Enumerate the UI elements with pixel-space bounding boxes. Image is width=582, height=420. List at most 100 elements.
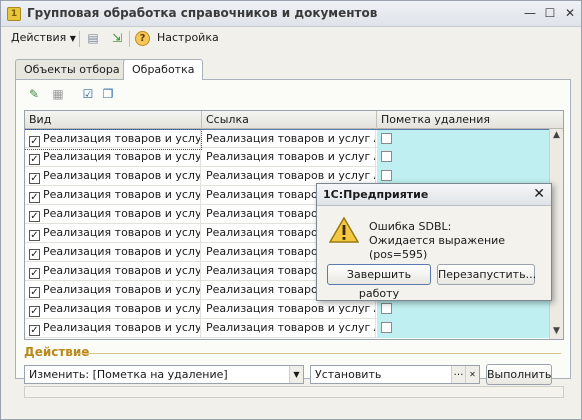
scroll-down-icon[interactable]: ▼ bbox=[550, 325, 563, 338]
column-divider bbox=[376, 111, 377, 129]
column-divider bbox=[201, 111, 202, 129]
kind-text: Реализация товаров и услуг bbox=[43, 283, 201, 296]
kind-text: Реализация товаров и услуг bbox=[43, 169, 201, 182]
dialog-message-line1: Ошибка SDBL: bbox=[369, 220, 452, 233]
check-all-icon[interactable]: ☑ bbox=[80, 86, 96, 102]
error-dialog: 1С:Предприятие ✕ Ошибка SDBL: Ожидается … bbox=[316, 183, 552, 301]
toolbar-divider bbox=[129, 31, 130, 47]
kind-text: Реализация товаров и услуг bbox=[43, 132, 201, 145]
toolbar-divider bbox=[79, 31, 80, 47]
value-select-text: Установить bbox=[315, 368, 382, 381]
actions-menu[interactable]: Действия ▼ bbox=[11, 31, 76, 44]
ellipsis-icon[interactable]: … bbox=[451, 366, 465, 383]
kind-cell[interactable]: ✓ Реализация товаров и услуг bbox=[25, 129, 202, 150]
table-row[interactable]: ✓ Реализация товаров и услуг Реализация то… bbox=[25, 319, 550, 338]
scroll-up-icon[interactable]: ▲ bbox=[550, 129, 563, 142]
change-field-select[interactable]: Изменить: [Пометка на удаление] ▼ bbox=[24, 365, 304, 384]
exit-button[interactable]: Завершить работу bbox=[327, 264, 431, 300]
chevron-down-icon[interactable]: ▼ bbox=[289, 366, 303, 383]
export-icon[interactable]: ⇲ bbox=[109, 30, 125, 46]
help-icon[interactable]: ? bbox=[135, 31, 150, 46]
delete-icon[interactable]: ▦ bbox=[50, 86, 66, 102]
maximize-icon[interactable]: ☐ bbox=[541, 5, 559, 21]
kind-text: Реализация товаров и услуг bbox=[43, 150, 201, 163]
ref-cell[interactable]: Реализация товаров и услуг А... bbox=[202, 148, 376, 167]
refresh-icon[interactable]: ▤ bbox=[85, 30, 101, 46]
value-select[interactable]: Установить … ✕ bbox=[310, 365, 480, 384]
deletion-mark-cell[interactable] bbox=[377, 300, 550, 319]
warning-icon bbox=[329, 216, 359, 243]
deletion-mark-checkbox[interactable] bbox=[381, 322, 392, 333]
row-checkbox[interactable]: ✓ bbox=[29, 211, 40, 222]
kind-cell[interactable]: ✓ Реализация товаров и услуг bbox=[25, 319, 201, 338]
window-title: Групповая обработка справочников и докум… bbox=[27, 6, 378, 20]
status-bar bbox=[24, 386, 564, 398]
row-checkbox[interactable]: ✓ bbox=[29, 325, 40, 336]
close-icon[interactable]: ✕ bbox=[561, 5, 579, 21]
row-checkbox[interactable]: ✓ bbox=[29, 230, 40, 241]
close-icon[interactable]: ✕ bbox=[533, 186, 545, 202]
title-bar: 1 Групповая обработка справочников и док… bbox=[1, 1, 581, 27]
clear-icon[interactable]: ✕ bbox=[465, 366, 479, 383]
toolbar: Действия ▼ ▤ ⇲ ? Настройка bbox=[5, 29, 579, 49]
row-checkbox[interactable]: ✓ bbox=[29, 306, 40, 317]
deletion-mark-cell[interactable] bbox=[377, 319, 550, 338]
kind-cell[interactable]: ✓ Реализация товаров и услуг bbox=[25, 300, 201, 319]
deletion-mark-cell[interactable] bbox=[377, 130, 550, 149]
change-field-value: Изменить: [Пометка на удаление] bbox=[29, 368, 228, 381]
column-header-kind[interactable]: Вид bbox=[29, 113, 51, 126]
app-icon: 1 bbox=[7, 7, 21, 21]
kind-cell[interactable]: ✓ Реализация товаров и услуг bbox=[25, 281, 201, 300]
kind-text: Реализация товаров и услуг bbox=[43, 188, 201, 201]
row-checkbox[interactable]: ✓ bbox=[29, 268, 40, 279]
row-checkbox[interactable]: ✓ bbox=[29, 173, 40, 184]
column-header-ref[interactable]: Ссылка bbox=[206, 113, 249, 126]
kind-cell[interactable]: ✓ Реализация товаров и услуг bbox=[25, 148, 201, 167]
kind-text: Реализация товаров и услуг bbox=[43, 321, 201, 334]
column-header-deletion-mark[interactable]: Пометка удаления bbox=[381, 113, 490, 126]
chevron-down-icon: ▼ bbox=[69, 34, 76, 43]
dialog-title-bar: 1С:Предприятие ✕ bbox=[317, 184, 551, 206]
table-row[interactable]: ✓ Реализация товаров и услуг Реализация то… bbox=[25, 300, 550, 319]
kind-text: Реализация товаров и услуг bbox=[43, 207, 201, 220]
kind-cell[interactable]: ✓ Реализация товаров и услуг bbox=[25, 262, 201, 281]
row-checkbox[interactable]: ✓ bbox=[29, 192, 40, 203]
kind-text: Реализация товаров и услуг bbox=[43, 245, 201, 258]
uncheck-all-icon[interactable]: ❐ bbox=[100, 86, 116, 102]
row-checkbox[interactable]: ✓ bbox=[29, 287, 40, 298]
deletion-mark-checkbox[interactable] bbox=[381, 151, 392, 162]
table-toolbar: ✎ ▦ ☑ ❐ bbox=[24, 85, 224, 105]
execute-button[interactable]: Выполнить bbox=[486, 364, 552, 385]
restart-button[interactable]: Перезапустить... bbox=[437, 264, 536, 285]
kind-cell[interactable]: ✓ Реализация товаров и услуг bbox=[25, 167, 201, 186]
ref-cell[interactable]: Реализация товаров и услуг А... bbox=[202, 319, 376, 338]
minimize-icon[interactable]: — bbox=[521, 5, 539, 21]
edit-icon[interactable]: ✎ bbox=[26, 86, 42, 102]
tab-selection-objects[interactable]: Объекты отбора bbox=[15, 59, 129, 79]
kind-text: Реализация товаров и услуг bbox=[43, 226, 201, 239]
table-header: Вид Ссылка Пометка удаления bbox=[25, 111, 563, 129]
deletion-mark-cell[interactable] bbox=[377, 148, 550, 167]
section-divider bbox=[76, 353, 561, 354]
kind-cell[interactable]: ✓ Реализация товаров и услуг bbox=[25, 186, 201, 205]
dialog-title: 1С:Предприятие bbox=[323, 188, 429, 201]
tab-processing[interactable]: Обработка bbox=[123, 59, 204, 80]
kind-cell[interactable]: ✓ Реализация товаров и услуг bbox=[25, 224, 201, 243]
dialog-message: Ошибка SDBL: Ожидается выражение (pos=59… bbox=[369, 220, 551, 262]
deletion-mark-checkbox[interactable] bbox=[381, 303, 392, 314]
kind-cell[interactable]: ✓ Реализация товаров и услуг bbox=[25, 205, 201, 224]
kind-cell[interactable]: ✓ Реализация товаров и услуг bbox=[25, 243, 201, 262]
kind-text: Реализация товаров и услуг bbox=[43, 302, 201, 315]
actions-menu-label: Действия bbox=[11, 31, 67, 44]
ref-cell[interactable]: Реализация товаров и услуг А... bbox=[202, 130, 376, 149]
ref-cell[interactable]: Реализация товаров и услуг А... bbox=[202, 300, 376, 319]
row-checkbox[interactable]: ✓ bbox=[29, 136, 40, 147]
settings-button[interactable]: Настройка bbox=[157, 31, 219, 44]
action-section-title: Действие bbox=[24, 345, 90, 359]
table-row[interactable]: ✓ Реализация товаров и услуг Реализация то… bbox=[25, 129, 550, 150]
table-row[interactable]: ✓ Реализация товаров и услуг Реализация то… bbox=[25, 148, 550, 167]
row-checkbox[interactable]: ✓ bbox=[29, 154, 40, 165]
deletion-mark-checkbox[interactable] bbox=[381, 170, 392, 181]
deletion-mark-checkbox[interactable] bbox=[381, 133, 392, 144]
row-checkbox[interactable]: ✓ bbox=[29, 249, 40, 260]
